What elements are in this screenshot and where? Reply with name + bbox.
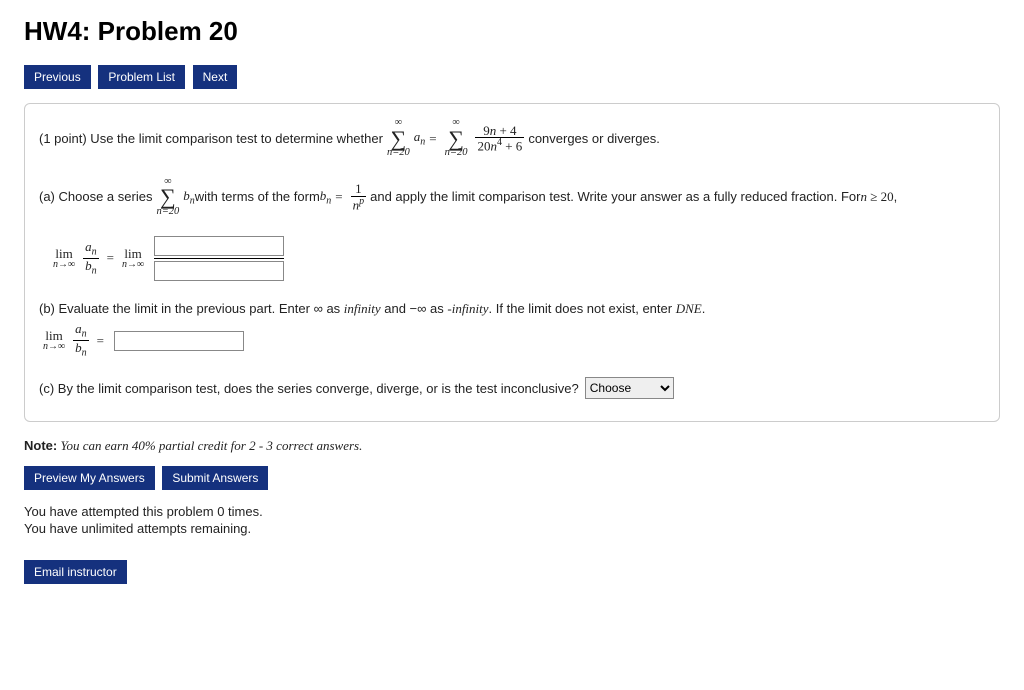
ratio-ab: an bn: [83, 240, 99, 277]
problem-statement: (1 point) Use the limit comparison test …: [39, 118, 985, 159]
page-title: HW4: Problem 20: [24, 16, 1000, 47]
part-a-numerator-input[interactable]: [154, 236, 284, 256]
limit-symbol: lim n→∞: [53, 247, 75, 270]
bn-fraction: 1 np: [351, 182, 367, 212]
b-n: bn: [183, 186, 195, 209]
part-a-denominator-input[interactable]: [154, 261, 284, 281]
main-fraction: 9n + 4 20n4 + 6: [475, 124, 524, 154]
submit-answers-button[interactable]: Submit Answers: [162, 466, 268, 490]
intro-suffix: converges or diverges.: [528, 129, 660, 149]
nav-buttons: Previous Problem List Next: [24, 65, 1000, 89]
ratio-ab-2: an bn: [73, 322, 89, 359]
action-buttons: Preview My Answers Submit Answers: [24, 466, 1000, 490]
part-a-answer: lim n→∞ an bn = lim n→∞: [49, 236, 985, 281]
sum-icon-3: ∞ ∑ n=20: [156, 177, 179, 218]
preview-answers-button[interactable]: Preview My Answers: [24, 466, 155, 490]
part-a-fraction-input: [154, 236, 284, 281]
sum-icon: ∞ ∑ n=20: [387, 118, 410, 159]
attempts-text: You have attempted this problem 0 times.: [24, 504, 1000, 519]
part-c-text: (c) By the limit comparison test, does t…: [39, 379, 579, 399]
a-n: an: [414, 127, 426, 150]
email-instructor-button[interactable]: Email instructor: [24, 560, 127, 584]
part-a-text: (a) Choose a series ∞ ∑ n=20 bn with ter…: [39, 177, 985, 218]
next-button[interactable]: Next: [193, 65, 238, 89]
intro-prefix: (1 point) Use the limit comparison test …: [39, 129, 383, 149]
note: Note: You can earn 40% partial credit fo…: [24, 438, 1000, 454]
problem-list-button[interactable]: Problem List: [98, 65, 185, 89]
sum-icon-2: ∞ ∑ n=20: [445, 118, 468, 159]
limit-symbol-3: lim n→∞: [43, 329, 65, 352]
part-c: (c) By the limit comparison test, does t…: [39, 377, 985, 399]
problem-box: (1 point) Use the limit comparison test …: [24, 103, 1000, 422]
part-b-text: (b) Evaluate the limit in the previous p…: [39, 299, 985, 319]
part-c-select[interactable]: Choose Converges Diverges Inconclusive: [585, 377, 674, 399]
previous-button[interactable]: Previous: [24, 65, 91, 89]
part-b-input[interactable]: [114, 331, 244, 351]
part-b: (b) Evaluate the limit in the previous p…: [39, 299, 985, 360]
note-text: You can earn 40% partial credit for 2 - …: [57, 438, 362, 453]
remaining-text: You have unlimited attempts remaining.: [24, 521, 1000, 536]
note-label: Note:: [24, 438, 57, 453]
limit-symbol-2: lim n→∞: [122, 247, 144, 270]
